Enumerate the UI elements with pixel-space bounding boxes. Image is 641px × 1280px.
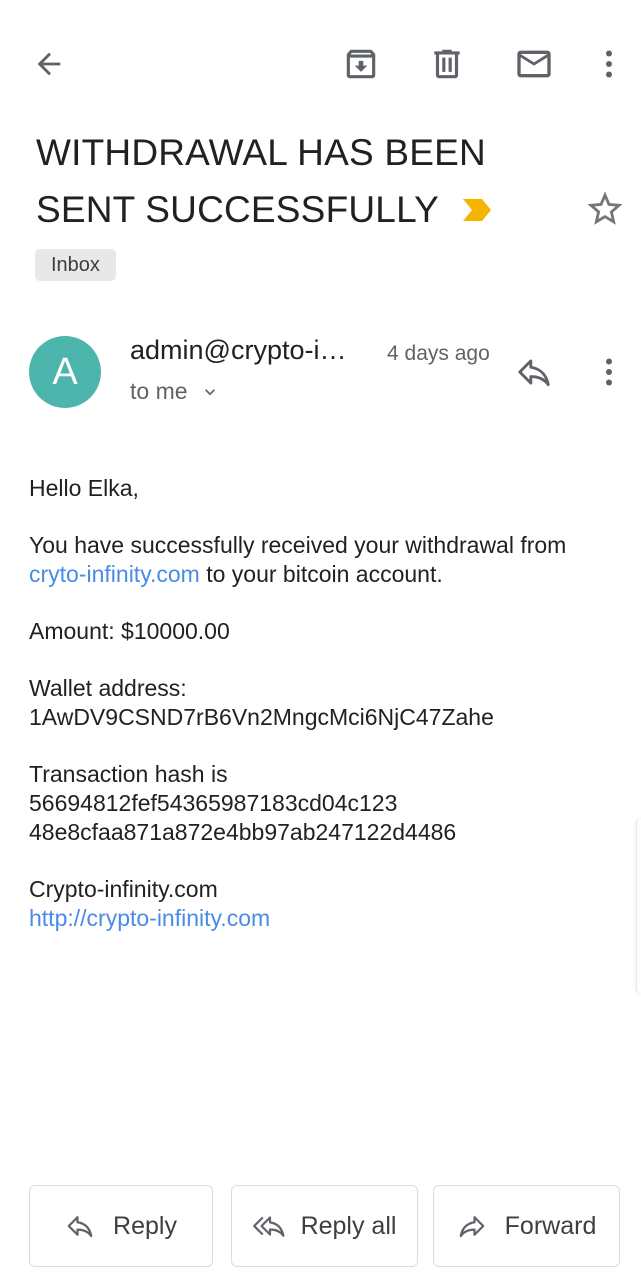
- reply-icon: [518, 359, 550, 387]
- more-options-button[interactable]: [585, 40, 633, 88]
- reply-label: Reply: [113, 1211, 177, 1240]
- forward-button[interactable]: Forward: [433, 1185, 620, 1267]
- delete-button[interactable]: [423, 40, 471, 88]
- body-text: You have successfully received your with…: [29, 532, 567, 558]
- archive-icon: [346, 49, 376, 79]
- signature-block: Crypto-infinity.com http://crypto-infini…: [29, 875, 619, 933]
- recipient-label: to me: [130, 378, 188, 404]
- importance-marker-icon[interactable]: [461, 181, 493, 238]
- domain-link[interactable]: cryto-infinity.com: [29, 561, 200, 587]
- hash-line-2: 48e8cfaa871a872e4bb97ab247122d4486: [29, 819, 457, 845]
- hash-block: Transaction hash is 56694812fef543659871…: [29, 760, 619, 847]
- trash-icon: [434, 49, 460, 79]
- hash-line-1: 56694812fef54365987183cd04c123: [29, 790, 398, 816]
- greeting: Hello Elka,: [29, 475, 139, 501]
- hash-label: Transaction hash is: [29, 761, 228, 787]
- subject-line-2: SENT SUCCESSFULLY: [36, 181, 536, 238]
- amount-text: Amount: $10000.00: [29, 618, 230, 644]
- arrow-back-icon: [37, 52, 61, 76]
- wallet-block: Wallet address: 1AwDV9CSND7rB6Vn2MngcMci…: [29, 674, 619, 732]
- signature-name: Crypto-infinity.com: [29, 876, 218, 902]
- more-vertical-icon: [606, 50, 612, 78]
- email-body: Hello Elka, You have successfully receiv…: [29, 474, 619, 961]
- wallet-label: Wallet address:: [29, 675, 187, 701]
- body-paragraph: You have successfully received your with…: [29, 531, 619, 589]
- star-icon: [587, 191, 623, 225]
- forward-label: Forward: [504, 1211, 597, 1240]
- more-vertical-icon: [606, 358, 612, 386]
- mail-icon: [517, 50, 551, 78]
- forward-icon: [459, 1216, 485, 1238]
- recipient-details-toggle[interactable]: to me: [130, 378, 220, 405]
- chevron-down-icon: [204, 388, 215, 395]
- wallet-address: 1AwDV9CSND7rB6Vn2MngcMci6NjC47Zahe: [29, 704, 494, 730]
- avatar[interactable]: A: [29, 336, 101, 408]
- mark-unread-button[interactable]: [510, 40, 558, 88]
- sender-name[interactable]: admin@crypto-i…: [130, 335, 346, 366]
- email-subject: WITHDRAWAL HAS BEEN SENT SUCCESSFULLY: [36, 124, 536, 238]
- reply-all-label: Reply all: [300, 1211, 397, 1240]
- reply-all-icon: [252, 1216, 285, 1237]
- reply-button[interactable]: Reply: [29, 1185, 213, 1267]
- subject-line-2-text: SENT SUCCESSFULLY: [36, 189, 439, 230]
- star-button[interactable]: [584, 188, 626, 230]
- timestamp: 4 days ago: [387, 342, 490, 365]
- reply-icon: [67, 1216, 93, 1238]
- signature-link[interactable]: http://crypto-infinity.com: [29, 905, 270, 931]
- reply-quick-button[interactable]: [510, 348, 558, 396]
- back-button[interactable]: [25, 40, 73, 88]
- archive-button[interactable]: [337, 40, 385, 88]
- subject-line-1: WITHDRAWAL HAS BEEN: [36, 132, 486, 173]
- body-text-tail: to your bitcoin account.: [206, 561, 443, 587]
- scroll-edge-handle[interactable]: [636, 818, 641, 994]
- message-more-button[interactable]: [585, 348, 633, 396]
- inbox-label-chip[interactable]: Inbox: [35, 249, 116, 281]
- reply-all-button[interactable]: Reply all: [231, 1185, 418, 1267]
